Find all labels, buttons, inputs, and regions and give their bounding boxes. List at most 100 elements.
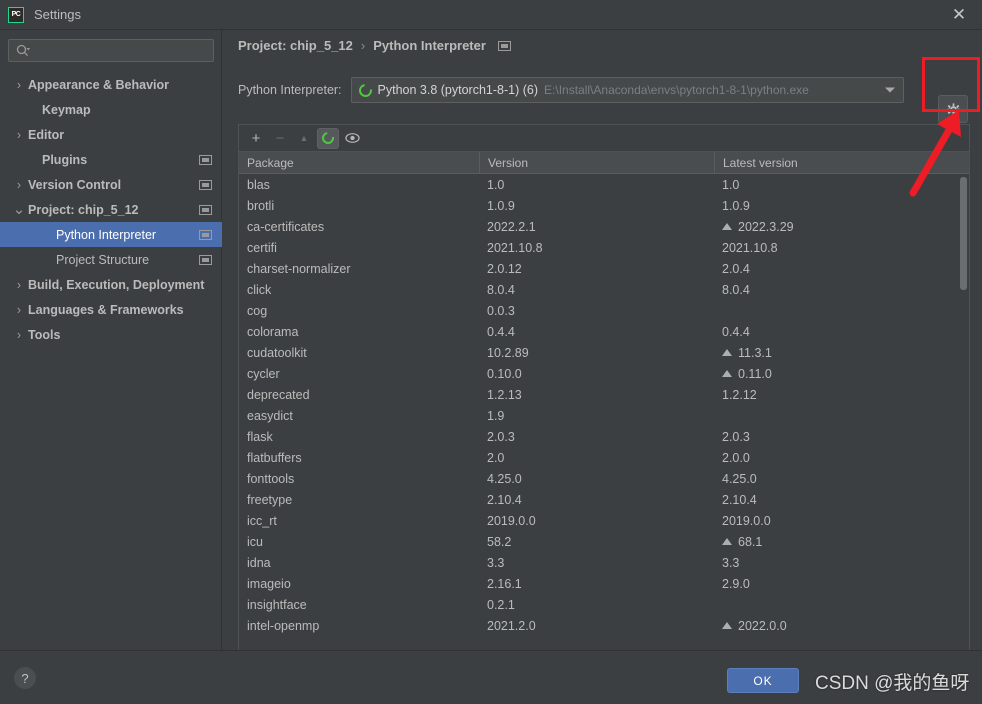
sidebar-item-build-execution-deployment[interactable]: › Build, Execution, Deployment — [0, 272, 222, 297]
sidebar-item-plugins[interactable]: Plugins — [0, 147, 222, 172]
package-row[interactable]: freetype 2.10.4 2.10.4 — [239, 489, 969, 510]
package-row[interactable]: cycler 0.10.0 0.11.0 — [239, 363, 969, 384]
package-latest-version: 0.11.0 — [714, 367, 951, 381]
latest-version-text: 2019.0.0 — [722, 513, 771, 528]
sidebar-item-appearance-behavior[interactable]: › Appearance & Behavior — [0, 72, 222, 97]
sidebar-item-python-interpreter[interactable]: Python Interpreter — [0, 222, 222, 247]
package-version: 0.2.1 — [487, 597, 515, 612]
package-name: deprecated — [247, 387, 310, 402]
upgrade-button: ▲ — [293, 128, 315, 149]
sidebar-item-version-control[interactable]: › Version Control — [0, 172, 222, 197]
package-name: insightface — [247, 597, 307, 612]
interpreter-settings-button[interactable] — [938, 95, 968, 123]
sidebar-item-label: Project: chip_5_12 — [28, 202, 139, 217]
sidebar-item-label: Editor — [28, 127, 65, 142]
chevron-right-icon[interactable]: › — [10, 278, 28, 292]
package-row[interactable]: blas 1.0 1.0 — [239, 174, 969, 195]
package-row[interactable]: certifi 2021.10.8 2021.10.8 — [239, 237, 969, 258]
package-version: 0.4.4 — [487, 324, 515, 339]
latest-version-text: 2.0.0 — [722, 450, 750, 465]
package-row[interactable]: idna 3.3 3.3 — [239, 552, 969, 573]
package-latest-version: 2022.3.29 — [714, 220, 951, 234]
chevron-down-icon[interactable]: ⌄ — [10, 202, 28, 217]
plus-button[interactable]: + — [245, 128, 267, 149]
package-row[interactable]: insightface 0.2.1 — [239, 594, 969, 615]
package-row[interactable]: charset-normalizer 2.0.12 2.0.4 — [239, 258, 969, 279]
column-header-version[interactable]: Version — [479, 152, 714, 173]
package-version: 2.0 — [487, 450, 505, 465]
package-name: flatbuffers — [247, 450, 302, 465]
package-row[interactable]: deprecated 1.2.13 1.2.12 — [239, 384, 969, 405]
minus-button: − — [269, 128, 291, 149]
package-row[interactable]: icc_rt 2019.0.0 2019.0.0 — [239, 510, 969, 531]
latest-version-text: 3.3 — [722, 555, 740, 570]
package-name: cycler — [247, 366, 280, 381]
package-latest-version: 2.10.4 — [714, 493, 951, 507]
package-row[interactable]: fonttools 4.25.0 4.25.0 — [239, 468, 969, 489]
gear-icon — [946, 102, 960, 116]
chevron-right-icon[interactable]: › — [10, 78, 28, 92]
package-name: intel-openmp — [247, 618, 320, 633]
upgrade-available-icon — [722, 622, 732, 629]
sidebar-item-project-structure[interactable]: Project Structure — [0, 247, 222, 272]
package-version: 2.10.4 — [487, 492, 522, 507]
sidebar-item-project-chip-5-12[interactable]: ⌄ Project: chip_5_12 — [0, 197, 222, 222]
search-icon — [16, 44, 31, 57]
package-row[interactable]: easydict 1.9 — [239, 405, 969, 426]
package-name: certifi — [247, 240, 277, 255]
package-row[interactable]: colorama 0.4.4 0.4.4 — [239, 321, 969, 342]
search-field[interactable] — [8, 39, 214, 62]
package-name: colorama — [247, 324, 299, 339]
package-name: brotli — [247, 198, 275, 213]
package-latest-version: 2.0.4 — [714, 262, 951, 276]
latest-version-text: 1.0 — [722, 177, 740, 192]
project-scope-icon — [199, 204, 212, 215]
package-table-scrollbar[interactable] — [958, 174, 969, 666]
latest-version-text: 2022.0.0 — [738, 618, 787, 633]
package-row[interactable]: intel-openmp 2021.2.0 2022.0.0 — [239, 615, 969, 636]
package-name: ca-certificates — [247, 219, 325, 234]
sidebar-item-keymap[interactable]: Keymap — [0, 97, 222, 122]
package-version: 0.10.0 — [487, 366, 522, 381]
window-title: Settings — [34, 7, 81, 22]
package-row[interactable]: cog 0.0.3 — [239, 300, 969, 321]
package-row[interactable]: brotli 1.0.9 1.0.9 — [239, 195, 969, 216]
latest-version-text: 0.4.4 — [722, 324, 750, 339]
package-row[interactable]: flatbuffers 2.0 2.0.0 — [239, 447, 969, 468]
package-latest-version: 1.0 — [714, 178, 951, 192]
chevron-right-icon[interactable]: › — [10, 303, 28, 317]
interpreter-dropdown[interactable]: Python 3.8 (pytorch1-8-1) (6) E:\Install… — [350, 77, 904, 103]
package-row[interactable]: click 8.0.4 8.0.4 — [239, 279, 969, 300]
close-icon[interactable]: ✕ — [936, 0, 982, 30]
package-row[interactable]: flask 2.0.3 2.0.3 — [239, 426, 969, 447]
column-header-package[interactable]: Package — [239, 152, 479, 173]
sidebar-item-label: Project Structure — [56, 252, 150, 267]
breadcrumb-root[interactable]: Project: chip_5_12 — [238, 38, 353, 53]
scrollbar-thumb[interactable] — [960, 177, 967, 290]
package-row[interactable]: cudatoolkit 10.2.89 11.3.1 — [239, 342, 969, 363]
package-table-header: Package Version Latest version — [239, 152, 969, 174]
sidebar-item-tools[interactable]: › Tools — [0, 322, 222, 347]
conda-env-button[interactable] — [317, 127, 339, 149]
package-toolbar: + − ▲ — [238, 124, 970, 151]
package-row[interactable]: ca-certificates 2022.2.1 2022.3.29 — [239, 216, 969, 237]
chevron-right-icon[interactable]: › — [10, 328, 28, 342]
eye-button[interactable] — [341, 128, 363, 149]
latest-version-text: 2021.10.8 — [722, 240, 778, 255]
sidebar-item-languages-frameworks[interactable]: › Languages & Frameworks — [0, 297, 222, 322]
package-version: 2.16.1 — [487, 576, 522, 591]
package-name: cog — [247, 303, 268, 318]
sidebar-item-editor[interactable]: › Editor — [0, 122, 222, 147]
chevron-right-icon[interactable]: › — [10, 178, 28, 192]
package-row[interactable]: icu 58.2 68.1 — [239, 531, 969, 552]
package-version: 58.2 — [487, 534, 512, 549]
column-header-latest-version[interactable]: Latest version — [714, 152, 969, 173]
package-name: charset-normalizer — [247, 261, 351, 276]
search-input[interactable] — [31, 43, 213, 58]
package-version: 2022.2.1 — [487, 219, 536, 234]
chevron-right-icon[interactable]: › — [10, 128, 28, 142]
package-latest-version: 2.9.0 — [714, 577, 951, 591]
help-button[interactable]: ? — [14, 667, 36, 689]
ok-button[interactable]: OK — [727, 668, 799, 693]
package-row[interactable]: imageio 2.16.1 2.9.0 — [239, 573, 969, 594]
